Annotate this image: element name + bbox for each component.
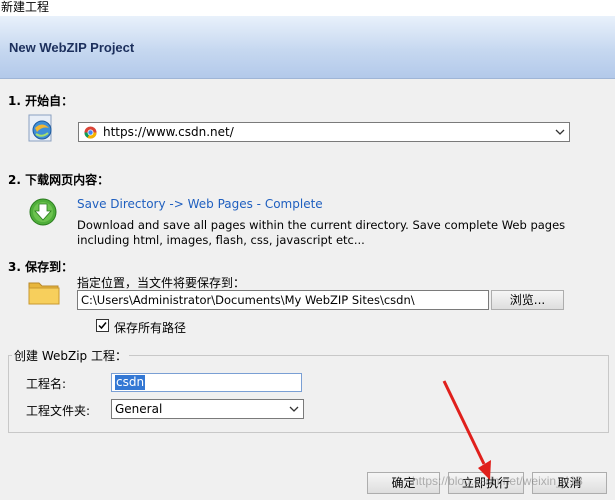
banner-title: New WebZIP Project	[9, 40, 135, 55]
save-location-hint: 指定位置，当文件将要保存到：	[77, 276, 246, 290]
save-all-paths-label: 保存所有路径	[114, 321, 187, 335]
chevron-down-icon[interactable]	[555, 127, 565, 137]
create-project-group-title: 创建 WebZip 工程：	[12, 347, 129, 364]
folder-icon	[28, 282, 60, 305]
ie-globe-icon	[28, 114, 52, 142]
start-url-combobox[interactable]: https://www.csdn.net/	[78, 122, 570, 142]
chevron-down-icon[interactable]	[289, 404, 299, 414]
checkmark-icon	[98, 322, 107, 330]
save-path-input[interactable]: C:\Users\Administrator\Documents\My WebZ…	[77, 290, 489, 310]
dialog-content: 1. 开始自： https://www.csdn.net/ 2. 下载网页内容：…	[0, 79, 615, 479]
project-name-input[interactable]: csdn	[111, 373, 302, 392]
wizard-banner: New WebZIP Project	[0, 16, 615, 79]
download-mode-description: Download and save all pages within the c…	[77, 218, 566, 247]
download-mode-link[interactable]: Save Directory -> Web Pages - Complete	[77, 197, 323, 211]
project-name-value: csdn	[115, 375, 146, 390]
watermark-text: https://blog.csdn.net/weixin_418	[412, 474, 583, 488]
project-name-label: 工程名:	[26, 377, 67, 391]
project-folder-combobox[interactable]: General	[111, 399, 304, 419]
section-save-label: 3. 保存到：	[8, 260, 74, 274]
chrome-icon	[84, 126, 97, 139]
section-download-label: 2. 下载网页内容：	[8, 173, 110, 187]
project-folder-value: General	[115, 402, 163, 416]
create-project-group	[8, 355, 609, 433]
window-title: 新建工程	[1, 0, 50, 14]
save-all-paths-checkbox[interactable]	[96, 319, 109, 332]
browse-button[interactable]: 浏览...	[491, 290, 564, 310]
download-arrow-icon	[29, 198, 57, 226]
window-titlebar: 新建工程	[0, 0, 615, 16]
project-folder-label: 工程文件夹:	[26, 404, 91, 418]
section-start-label: 1. 开始自：	[8, 94, 74, 108]
start-url-value: https://www.csdn.net/	[103, 125, 234, 139]
